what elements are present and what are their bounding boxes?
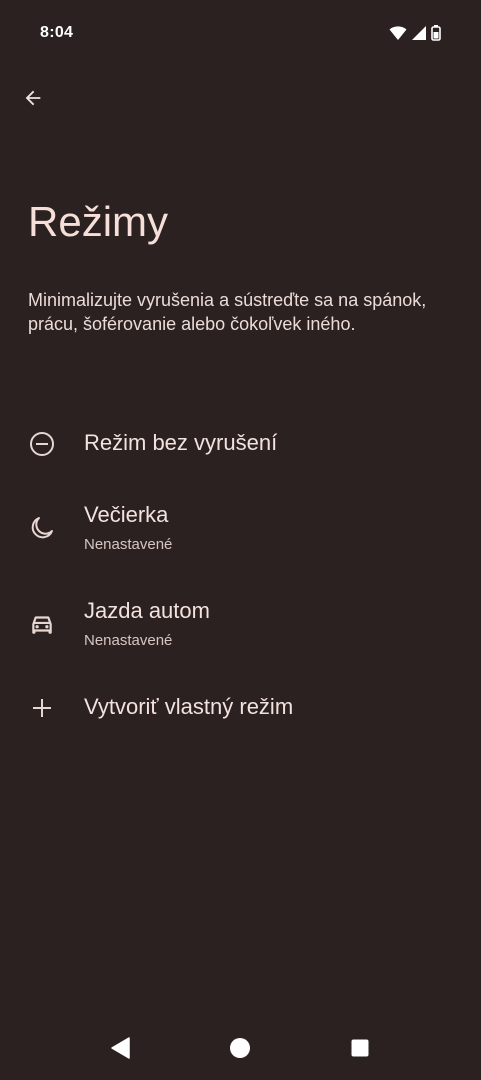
nav-recents-button[interactable] — [340, 1030, 380, 1070]
back-button[interactable] — [16, 83, 50, 117]
mode-item-bedtime[interactable]: Večierka Nenastavené — [0, 488, 481, 576]
navigation-bar — [0, 1020, 481, 1080]
mode-title: Jazda autom — [84, 598, 210, 623]
mode-title: Režim bez vyrušení — [84, 430, 278, 455]
wifi-icon — [389, 25, 407, 46]
status-time: 8:04 — [40, 24, 74, 41]
status-icons — [389, 25, 441, 46]
mode-item-driving[interactable]: Jazda autom Nenastavené — [0, 584, 481, 672]
back-triangle-icon — [110, 1036, 130, 1064]
recents-square-icon — [351, 1039, 369, 1062]
car-icon — [28, 610, 56, 638]
signal-icon — [411, 25, 427, 46]
mode-item-do-not-disturb[interactable]: Režim bez vyrušení — [0, 410, 481, 478]
home-circle-icon — [229, 1037, 251, 1064]
plus-icon — [28, 694, 56, 722]
page-description: Minimalizujte vyrušenia a sústreďte sa n… — [28, 290, 427, 334]
battery-icon — [431, 25, 441, 46]
nav-home-button[interactable] — [220, 1030, 260, 1070]
arrow-back-icon — [22, 87, 44, 114]
moon-icon — [28, 514, 56, 542]
nav-back-button[interactable] — [100, 1030, 140, 1070]
mode-subtitle: Nenastavené — [84, 632, 173, 649]
mode-title: Vytvoriť vlastný režim — [84, 694, 294, 719]
create-custom-mode-button[interactable]: Vytvoriť vlastný režim — [0, 680, 481, 748]
mode-title: Večierka — [84, 502, 169, 527]
do-not-disturb-icon — [28, 430, 56, 458]
status-bar: 8:04 — [0, 0, 481, 68]
page-title: Režimy — [28, 198, 169, 245]
mode-subtitle: Nenastavené — [84, 536, 173, 553]
